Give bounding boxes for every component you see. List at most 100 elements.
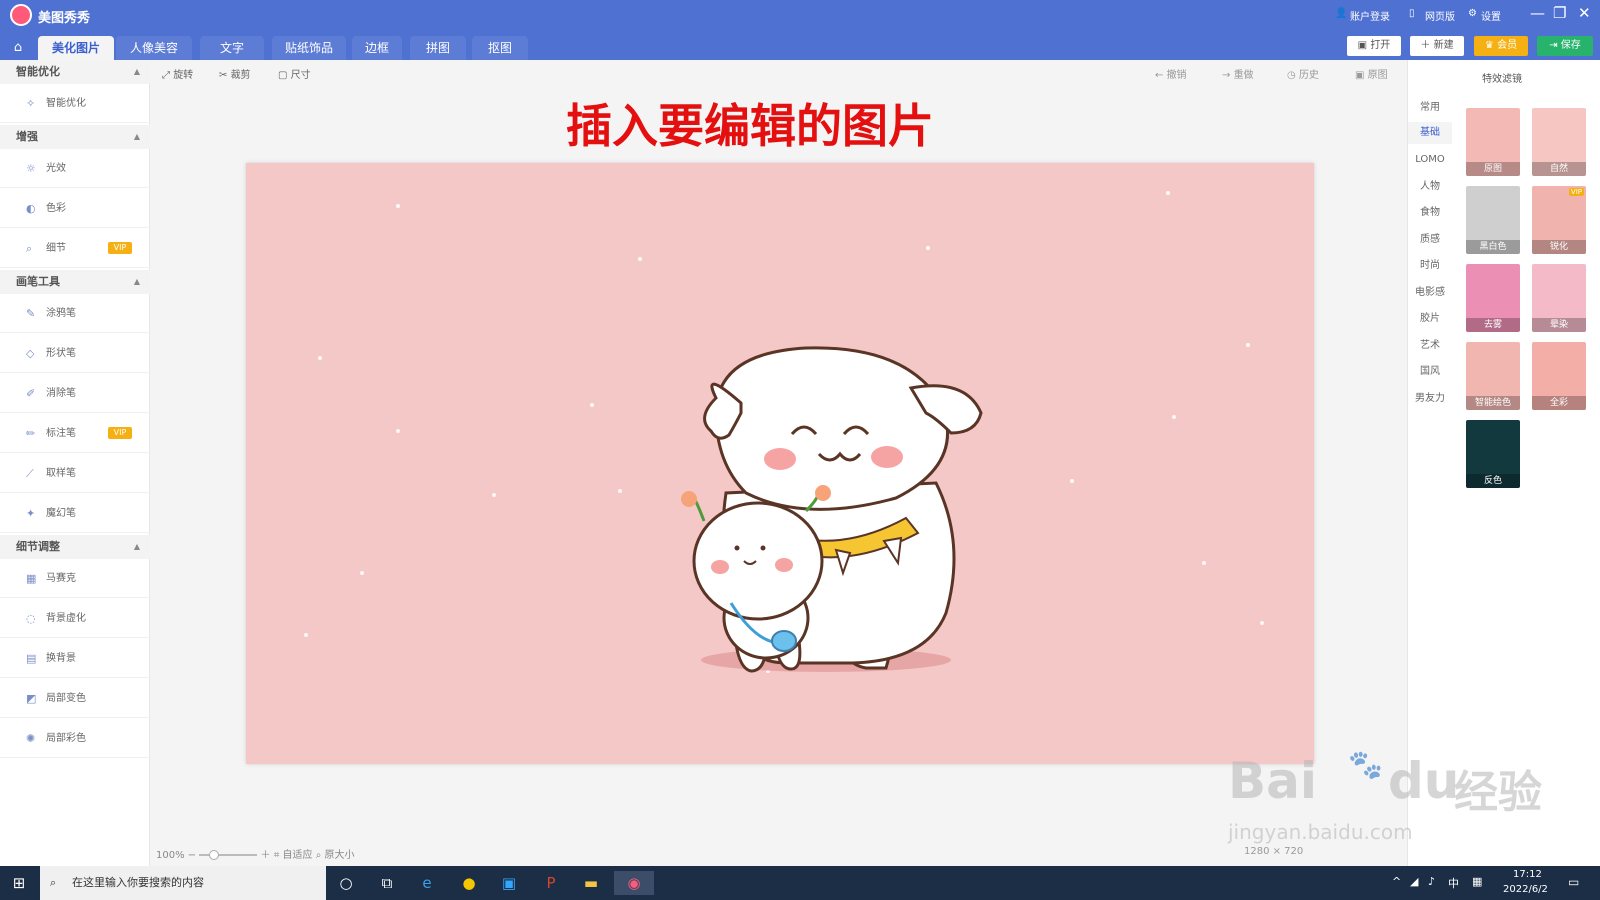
filter-thumb-natural[interactable]: 自然 [1532,108,1586,176]
fit-icon[interactable]: ⌗ [274,850,283,861]
section-detail-adjust[interactable]: 细节调整 ▲ [0,535,150,559]
actual-size-button[interactable]: 原大小 [325,850,355,861]
ime-indicator[interactable]: 中 [1448,875,1459,891]
sidebar-item-mosaic[interactable]: ▦ 马赛克 [0,559,150,598]
cortana-icon[interactable]: ○ [333,871,359,895]
filter-thumb-bloom[interactable]: 晕染 [1532,264,1586,332]
sidebar-item-eraser-pen[interactable]: ✐ 消除笔 [0,374,150,413]
sidebar-item-smart-optimize[interactable]: ✧ 智能优化 [0,84,150,123]
filter-category-boyfriend[interactable]: 男友力 [1408,389,1452,409]
actual-size-icon[interactable]: ⌕ [316,850,325,861]
settings-link[interactable]: 设置 [1481,8,1501,23]
sidebar-item-change-bg[interactable]: ▤ 换背景 [0,639,150,678]
sidebar-item-local-color[interactable]: ✺ 局部彩色 [0,719,150,758]
original-button[interactable]: ▣ 原图 [1355,66,1388,81]
open-button[interactable]: ▣ 打开 [1347,36,1401,56]
tab-collage[interactable]: 拼图 [410,36,466,60]
collapse-icon[interactable]: ▲ [134,535,140,559]
windows-start-icon[interactable]: ⊞ [6,871,32,895]
powerpoint-icon[interactable]: P [538,871,564,895]
fit-button[interactable]: 自适应 [283,850,313,861]
store-icon[interactable]: ▣ [496,871,522,895]
app-yellow-icon[interactable]: ● [456,871,482,895]
close-icon[interactable]: ✕ [1578,4,1591,22]
collapse-icon[interactable]: ▲ [134,125,140,149]
user-icon[interactable]: 👤 [1335,8,1347,19]
filter-thumb-sharpen[interactable]: VIP 锐化 [1532,186,1586,254]
filter-category-film[interactable]: 胶片 [1408,309,1452,329]
filter-thumb-fullcolor[interactable]: 全彩 [1532,342,1586,410]
taskbar-search-input[interactable]: ⌕ 在这里输入你要搜索的内容 [40,866,326,900]
sidebar-item-local-recolor[interactable]: ◩ 局部变色 [0,679,150,718]
clock-time[interactable]: 17:12 [1513,869,1542,880]
sidebar-item-detail[interactable]: ⌕ 细节 VIP [0,229,150,268]
crop-tool[interactable]: ✂ 裁剪 [219,66,251,81]
filter-thumb-smart-color[interactable]: 智能绘色 [1466,342,1520,410]
file-explorer-icon[interactable]: ▬ [578,871,604,895]
tab-portrait[interactable]: 人像美容 [116,36,192,60]
filter-category-basic[interactable]: 基础 [1408,122,1452,144]
volume-icon[interactable]: ♪ [1428,875,1435,888]
collapse-icon[interactable]: ▲ [134,270,140,294]
save-button[interactable]: ⇥ 保存 [1537,36,1593,56]
sidebar-item-shape-pen[interactable]: ◇ 形状笔 [0,334,150,373]
tab-beautify[interactable]: 美化图片 [38,36,114,60]
filter-category-cinematic[interactable]: 电影感 [1408,283,1452,303]
home-icon[interactable]: ⌂ [5,36,31,60]
filter-category-lomo[interactable]: LOMO [1408,150,1452,170]
sidebar-item-magic-pen[interactable]: ✦ 魔幻笔 [0,494,150,533]
sidebar-item-color[interactable]: ◐ 色彩 [0,189,150,228]
zoom-out-icon[interactable]: − [188,850,200,861]
filter-category-guofeng[interactable]: 国风 [1408,362,1452,382]
edge-browser-icon[interactable]: e [414,871,440,895]
web-version-link[interactable]: 网页版 [1425,8,1455,23]
new-button[interactable]: ＋ 新建 [1410,36,1464,56]
filter-thumb-dehaze[interactable]: 去雾 [1466,264,1520,332]
restore-icon[interactable]: ❐ [1553,4,1566,22]
meitu-taskbar-icon[interactable]: ◉ [614,871,654,895]
zoom-slider-handle[interactable] [209,850,220,860]
tablet-icon[interactable]: ▯ [1409,8,1415,19]
tab-border[interactable]: 边框 [352,36,402,60]
filter-category-fashion[interactable]: 时尚 [1408,256,1452,276]
zoom-slider[interactable] [199,850,258,860]
filter-thumb-original[interactable]: 原图 [1466,108,1520,176]
ime-mode-icon[interactable]: ▦ [1472,875,1482,888]
filter-thumb-invert[interactable]: 反色 [1466,420,1520,488]
tab-text[interactable]: 文字 [200,36,264,60]
section-enhance[interactable]: 增强 ▲ [0,125,150,149]
filter-category-art[interactable]: 艺术 [1408,336,1452,356]
filter-category-food[interactable]: 食物 [1408,203,1452,223]
history-button[interactable]: ◷ 历史 [1287,66,1319,81]
tray-chevron-icon[interactable]: ^ [1392,875,1401,888]
sidebar-item-annotate-pen[interactable]: ✏ 标注笔 VIP [0,414,150,453]
size-tool[interactable]: ▢ 尺寸 [278,66,311,81]
tab-cutout[interactable]: 抠图 [472,36,528,60]
filter-thumb-bw[interactable]: 黑白色 [1466,186,1520,254]
filter-category-common[interactable]: 常用 [1408,98,1452,118]
minimize-icon[interactable]: — [1530,4,1545,22]
filter-category-people[interactable]: 人物 [1408,177,1452,197]
section-brush-tools[interactable]: 画笔工具 ▲ [0,270,150,294]
tab-stickers[interactable]: 贴纸饰品 [272,36,346,60]
zoom-in-icon[interactable]: ＋ [261,850,274,861]
account-login-link[interactable]: 账户登录 [1350,8,1390,23]
sidebar-item-doodle-pen[interactable]: ✎ 涂鸦笔 [0,294,150,333]
section-smart-optimize[interactable]: 智能优化 ▲ [0,60,150,84]
task-view-icon[interactable]: ⧉ [374,871,400,895]
original-label: 原图 [1367,70,1388,81]
sidebar-item-sample-pen[interactable]: ⟋ 取样笔 [0,454,150,493]
sidebar-item-light[interactable]: ☼ 光效 [0,149,150,188]
network-icon[interactable]: ◢ [1410,875,1418,888]
gear-icon[interactable]: ⚙ [1468,8,1477,19]
redo-button[interactable]: → 重做 [1222,66,1254,81]
clock-date[interactable]: 2022/6/2 [1503,884,1548,895]
notification-icon[interactable]: ▭ [1568,875,1579,889]
rotate-tool[interactable]: ⤢ 旋转 [162,66,193,81]
edited-photo[interactable] [246,163,1314,764]
filter-category-texture[interactable]: 质感 [1408,230,1452,250]
undo-button[interactable]: ← 撤销 [1155,66,1187,81]
vip-button[interactable]: ♛ 会员 [1474,36,1528,56]
collapse-icon[interactable]: ▲ [134,60,140,84]
sidebar-item-bg-blur[interactable]: ◌ 背景虚化 [0,599,150,638]
